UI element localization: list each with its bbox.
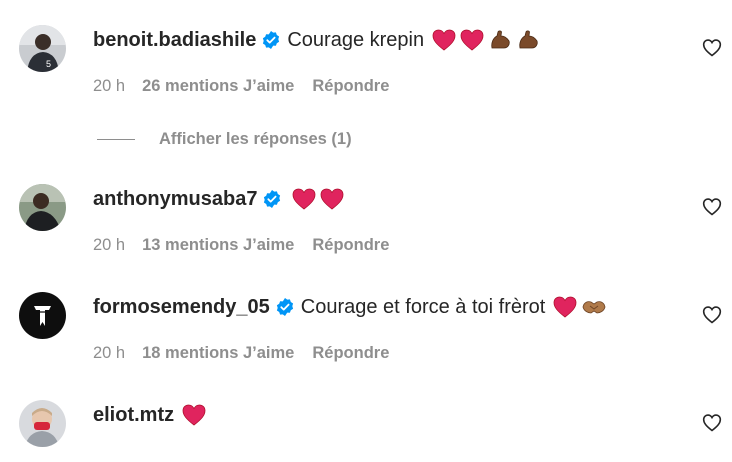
red-heart-emoji bbox=[320, 188, 344, 210]
avatar[interactable]: 5 bbox=[19, 25, 66, 72]
username[interactable]: eliot.mtz bbox=[93, 404, 174, 427]
like-heart-icon[interactable] bbox=[702, 305, 722, 325]
likes-count-link[interactable]: 13 mentions J’aime bbox=[142, 236, 294, 255]
flexed-biceps-emoji bbox=[488, 28, 512, 52]
avatar[interactable] bbox=[19, 184, 66, 231]
view-replies-button[interactable]: Afficher les réponses (1) bbox=[159, 130, 352, 149]
reply-button[interactable]: Répondre bbox=[312, 77, 389, 96]
comment-time: 20 h bbox=[93, 343, 126, 362]
username[interactable]: anthonymusaba7 bbox=[93, 188, 257, 211]
replies-divider bbox=[97, 138, 135, 140]
like-heart-icon[interactable] bbox=[702, 413, 722, 433]
handshake-emoji bbox=[581, 298, 607, 316]
red-heart-emoji bbox=[432, 29, 456, 51]
red-heart-emoji bbox=[182, 404, 206, 426]
red-heart-emoji bbox=[292, 188, 316, 210]
view-replies[interactable]: Afficher les réponses (1) bbox=[97, 128, 352, 150]
comment-text: Courage et force à toi frèrot bbox=[300, 295, 546, 318]
username[interactable]: benoit.badiashile bbox=[93, 29, 256, 52]
verified-badge-icon bbox=[262, 189, 282, 209]
red-heart-emoji bbox=[553, 296, 577, 318]
comment-time: 20 h bbox=[93, 235, 126, 254]
comment-text: Courage krepin bbox=[287, 28, 425, 51]
reply-button[interactable]: Répondre bbox=[312, 236, 389, 255]
verified-badge-icon bbox=[275, 297, 295, 317]
comment-time: 20 h bbox=[93, 76, 126, 95]
verified-badge-icon bbox=[261, 30, 281, 50]
avatar[interactable] bbox=[19, 400, 66, 447]
like-heart-icon[interactable] bbox=[702, 197, 722, 217]
likes-count-link[interactable]: 18 mentions J’aime bbox=[142, 344, 294, 363]
red-heart-emoji bbox=[460, 29, 484, 51]
likes-count-link[interactable]: 26 mentions J’aime bbox=[142, 77, 294, 96]
username[interactable]: formosemendy_05 bbox=[93, 296, 270, 319]
like-heart-icon[interactable] bbox=[702, 38, 722, 58]
flexed-biceps-emoji bbox=[516, 28, 540, 52]
svg-text:5: 5 bbox=[46, 59, 51, 69]
reply-button[interactable]: Répondre bbox=[312, 344, 389, 363]
avatar[interactable] bbox=[19, 292, 66, 339]
